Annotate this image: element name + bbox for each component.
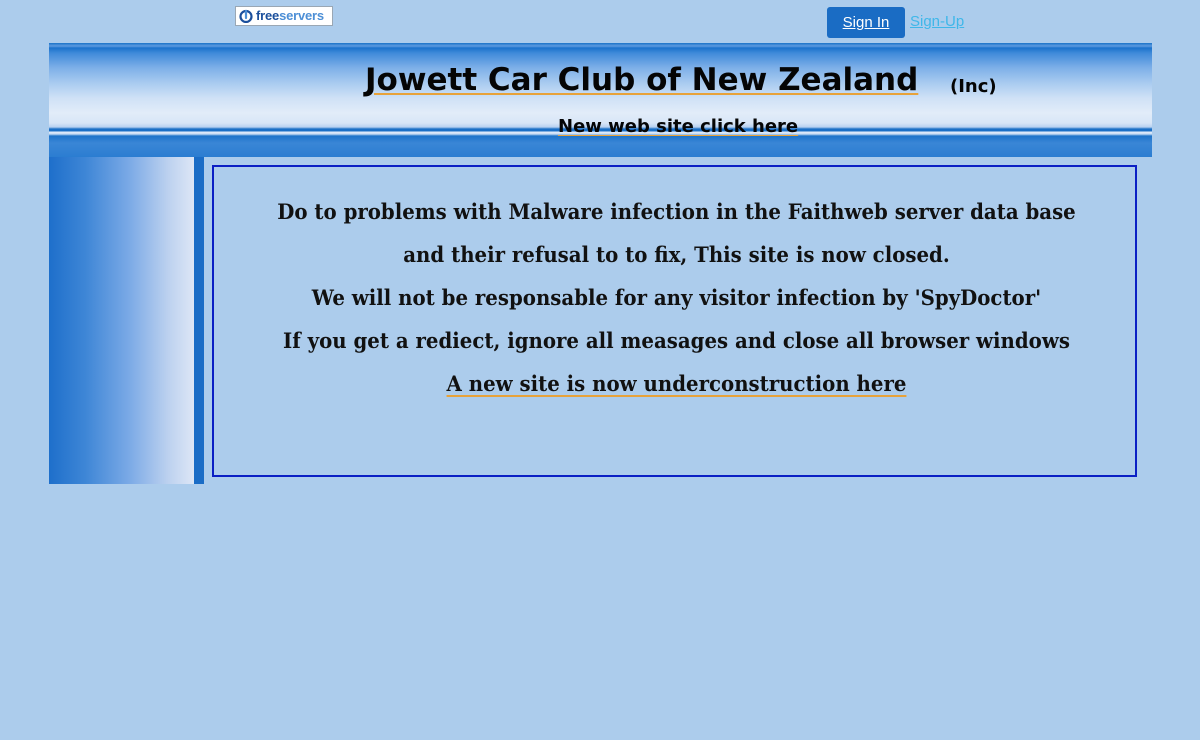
sign-up-link[interactable]: Sign-Up xyxy=(910,13,964,30)
side-divider-stripe xyxy=(194,157,204,484)
notice-line-1: Do to problems with Malware infection in… xyxy=(277,199,1076,224)
notice-line-2: and their refusal to to fix, This site i… xyxy=(403,242,950,267)
sign-in-button[interactable]: Sign In xyxy=(827,7,905,38)
freeservers-logo-icon xyxy=(239,9,253,23)
site-title-link[interactable]: Jowett Car Club of New Zealand xyxy=(365,60,918,100)
logo-wordmark: freeservers xyxy=(256,9,324,23)
logo-text-free: free xyxy=(256,8,280,23)
side-gradient-panel xyxy=(49,157,194,484)
freeservers-logo[interactable]: freeservers xyxy=(235,6,333,26)
site-title-suffix: (Inc) xyxy=(950,76,997,97)
closure-notice-box: Do to problems with Malware infection in… xyxy=(212,165,1137,477)
new-website-link[interactable]: New web site click here xyxy=(558,116,798,138)
logo-text-servers: servers xyxy=(279,8,324,23)
new-site-underconstruction-link[interactable]: A new site is now underconstruction here xyxy=(447,371,907,396)
notice-line-4: If you get a rediect, ignore all measage… xyxy=(283,328,1070,353)
notice-link-row: A new site is now underconstruction here xyxy=(242,370,1112,398)
notice-line-3: We will not be responsable for any visit… xyxy=(311,285,1042,310)
